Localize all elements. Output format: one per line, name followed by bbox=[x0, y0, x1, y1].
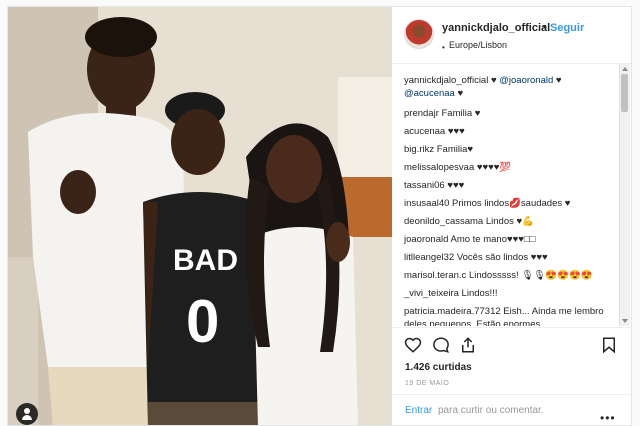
comment-user[interactable]: melissalopesvaa bbox=[404, 162, 474, 173]
comment-item: melissalopesvaa ♥♥♥♥💯 bbox=[404, 161, 616, 174]
share-icon[interactable] bbox=[459, 336, 477, 354]
comment-text: ♥♥♥♥💯 bbox=[474, 162, 512, 173]
comment-text: ♥ bbox=[454, 88, 464, 99]
post-header: yannickdjalo_official • Seguir • Europe/… bbox=[392, 7, 631, 64]
comment-text: Amo te mano♥♥♥□□ bbox=[448, 234, 536, 245]
post-actions: 1.426 curtidas 19 DE MAIO Entrar para cu… bbox=[392, 327, 631, 425]
comment-text: ♥ bbox=[553, 75, 562, 86]
caption: yannickdjalo_official ♥ @joaoronald ♥ @a… bbox=[404, 74, 616, 100]
post-date[interactable]: 19 DE MAIO bbox=[405, 380, 449, 387]
follow-button[interactable]: Seguir bbox=[550, 22, 584, 34]
post-side-panel: yannickdjalo_official • Seguir • Europe/… bbox=[392, 7, 631, 425]
comment-item: acucenaa ♥♥♥ bbox=[404, 125, 616, 138]
comment-item: insusaal40 Primos lindos💋saudades ♥ bbox=[404, 197, 616, 210]
comment-text: ♥♥♥ bbox=[444, 180, 465, 191]
comment-user[interactable]: tassani06 bbox=[404, 180, 445, 191]
photo-illustration: BAD 0 bbox=[8, 7, 392, 425]
comment-user[interactable]: deonildo_cassama bbox=[404, 216, 483, 227]
bookmark-icon[interactable] bbox=[600, 336, 618, 354]
scroll-up-arrow-icon[interactable] bbox=[622, 67, 628, 71]
heart-icon[interactable] bbox=[404, 336, 422, 354]
post-username[interactable]: yannickdjalo_official bbox=[442, 22, 550, 34]
comment-user[interactable]: yannickdjalo_official bbox=[404, 75, 488, 86]
comments-list[interactable]: yannickdjalo_official ♥ @joaoronald ♥ @a… bbox=[392, 64, 631, 326]
post-location[interactable]: Europe/Lisbon bbox=[449, 40, 507, 50]
comment-user[interactable]: insusaal40 bbox=[404, 198, 449, 209]
likes-count[interactable]: 1.426 curtidas bbox=[405, 362, 472, 373]
more-options-icon[interactable]: ••• bbox=[600, 411, 616, 425]
comment-user[interactable]: marisol.teran.c bbox=[404, 270, 466, 281]
comment-item: big.rikz Familia♥ bbox=[404, 143, 616, 156]
comment-user[interactable]: prendajr bbox=[404, 108, 439, 119]
comment-user[interactable]: patricia.madeira.77312 bbox=[404, 306, 501, 317]
comment-icon[interactable] bbox=[432, 336, 450, 354]
comments-scrollbar[interactable] bbox=[619, 64, 630, 326]
comment-item: deonildo_cassama Lindos ♥💪 bbox=[404, 215, 616, 228]
comment-item: prendajr Familia ♥ bbox=[404, 107, 616, 120]
shirt-text-bad: BAD bbox=[173, 244, 238, 277]
comment-item: patricia.madeira.77312 Eish... Ainda me … bbox=[404, 305, 616, 326]
user-tag-icon[interactable] bbox=[16, 403, 38, 425]
mention-link[interactable]: @acucenaa bbox=[404, 88, 455, 99]
comment-text: ♥♥♥ bbox=[445, 126, 465, 137]
post-photo[interactable]: BAD 0 bbox=[8, 7, 392, 425]
comment-item: tassani06 ♥♥♥ bbox=[404, 179, 616, 192]
avatar[interactable] bbox=[404, 19, 434, 49]
comment-text: Lindos!!! bbox=[458, 288, 498, 299]
comment-text: Lindosssss! 🎙🎙😍😍😍😍 bbox=[466, 270, 593, 281]
instagram-post: BAD 0 yannickdjalo_official • Seguir • E… bbox=[7, 6, 632, 426]
comment-user[interactable]: litlleangel32 bbox=[404, 252, 454, 263]
separator-dot: • bbox=[543, 21, 547, 33]
comment-text: Vocês são lindos ♥♥♥ bbox=[454, 252, 548, 263]
comment-text: Familia ♥ bbox=[438, 108, 481, 119]
comment-text: ♥ bbox=[488, 75, 500, 86]
comment-text: Primos lindos💋saudades ♥ bbox=[449, 198, 571, 209]
comment-user[interactable]: joaoronald bbox=[404, 234, 448, 245]
scroll-down-arrow-icon[interactable] bbox=[622, 319, 628, 323]
comment-user[interactable]: acucenaa bbox=[404, 126, 445, 137]
comment-user[interactable]: _vivi_teixeira bbox=[404, 288, 459, 299]
mention-link[interactable]: @joaoronald bbox=[499, 75, 553, 86]
comment-text: Lindos ♥💪 bbox=[483, 216, 534, 227]
comment-item: marisol.teran.c Lindosssss! 🎙🎙😍😍😍😍 bbox=[404, 269, 616, 282]
comment-item: _vivi_teixeira Lindos!!! bbox=[404, 287, 616, 300]
comment-user[interactable]: big.rikz bbox=[404, 144, 434, 155]
comment-item: litlleangel32 Vocês são lindos ♥♥♥ bbox=[404, 251, 616, 264]
scrollbar-thumb[interactable] bbox=[621, 74, 628, 112]
login-prompt: Entrar para curtir ou comentar. ••• bbox=[392, 394, 631, 425]
shirt-number: 0 bbox=[186, 288, 219, 355]
comment-text: Familia♥ bbox=[434, 144, 473, 155]
comment-item: joaoronald Amo te mano♥♥♥□□ bbox=[404, 233, 616, 246]
location-dot: • bbox=[442, 43, 445, 52]
login-prompt-text: para curtir ou comentar. bbox=[438, 405, 544, 416]
login-link[interactable]: Entrar bbox=[405, 405, 432, 416]
